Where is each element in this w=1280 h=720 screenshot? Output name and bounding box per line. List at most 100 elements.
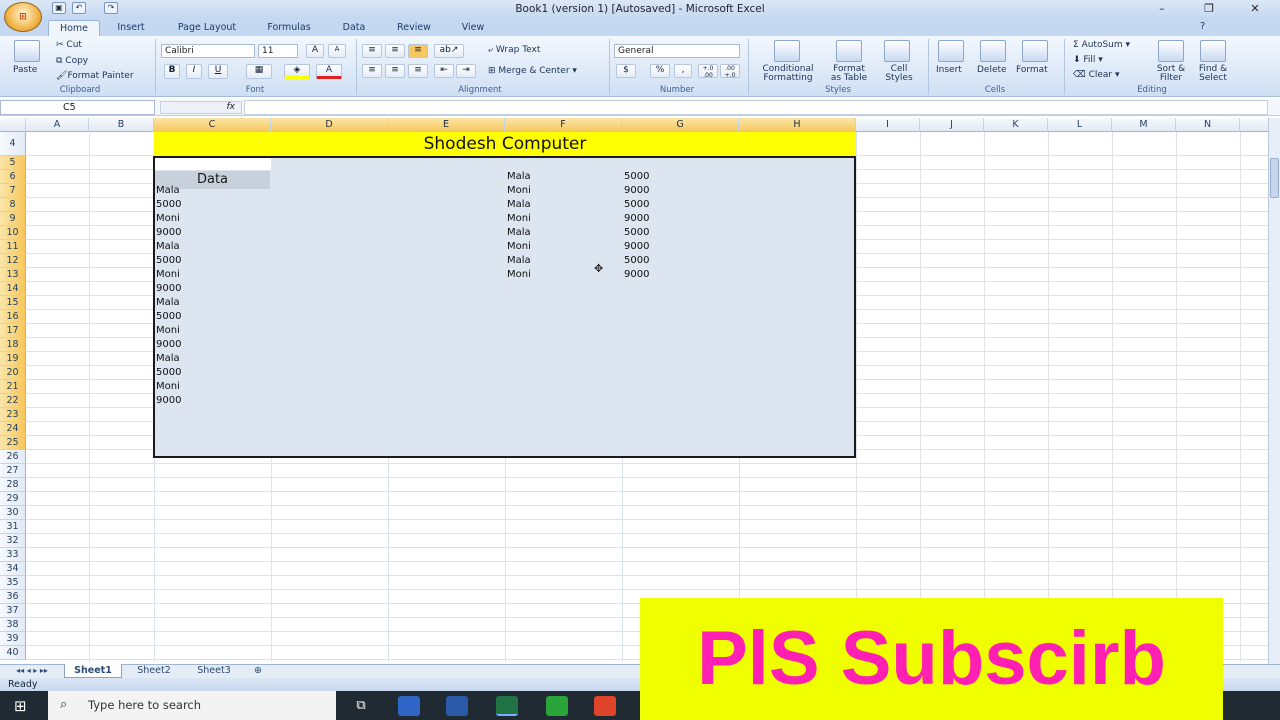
column-header[interactable]: M <box>1112 118 1176 132</box>
cell-value[interactable]: 9000 <box>156 394 181 408</box>
conditional-formatting-icon[interactable] <box>774 40 800 62</box>
autosum-button[interactable]: Σ AutoSum ▾ <box>1073 40 1130 50</box>
row-header[interactable]: 37 <box>0 604 26 618</box>
paste-icon[interactable] <box>14 40 40 62</box>
align-middle-icon[interactable]: ≡ <box>385 44 405 58</box>
format-cells-button[interactable]: Format <box>1016 65 1048 75</box>
borders-icon[interactable]: ▦ <box>246 64 272 79</box>
font-size-select[interactable]: 11 <box>258 44 298 58</box>
delete-cells-icon[interactable] <box>980 40 1006 62</box>
sort-filter-icon[interactable] <box>1158 40 1184 62</box>
cell-value[interactable]: 5000 <box>156 198 181 212</box>
cell-value[interactable]: 9000 <box>156 226 181 240</box>
column-header[interactable]: G <box>622 118 739 132</box>
align-bottom-icon[interactable]: ≡ <box>408 44 428 58</box>
format-cells-icon[interactable] <box>1022 40 1048 62</box>
tab-home[interactable]: Home <box>48 20 100 36</box>
row-header[interactable]: 34 <box>0 562 26 576</box>
row-header[interactable]: 9 <box>0 212 26 226</box>
format-painter-button[interactable]: 🖌Format Painter <box>56 71 134 81</box>
fill-color-icon[interactable]: ◈ <box>284 64 310 79</box>
format-as-table-icon[interactable] <box>836 40 862 62</box>
cell-value[interactable]: 5000 <box>624 170 649 184</box>
cell-value[interactable]: 5000 <box>624 254 649 268</box>
currency-button[interactable]: $ <box>616 64 636 78</box>
cell-styles-button[interactable]: Cell Styles <box>878 65 920 83</box>
cell-value[interactable]: 5000 <box>156 254 181 268</box>
row-header[interactable]: 20 <box>0 366 26 380</box>
taskbar-search-input[interactable]: Type here to search <box>48 691 336 720</box>
column-header[interactable]: K <box>984 118 1048 132</box>
align-center-icon[interactable]: ≡ <box>385 64 405 78</box>
comma-button[interactable]: , <box>674 64 692 78</box>
tab-formulas[interactable]: Formulas <box>258 20 320 36</box>
column-header[interactable]: A <box>26 118 89 132</box>
row-header[interactable]: 38 <box>0 618 26 632</box>
row-header[interactable]: 6 <box>0 170 26 184</box>
increase-decimal-button[interactable]: +.0 .00 <box>698 64 718 79</box>
word-icon[interactable] <box>446 696 468 716</box>
restore-icon[interactable]: ❐ <box>1198 1 1220 16</box>
format-as-table-button[interactable]: Format as Table <box>822 65 876 83</box>
row-header[interactable]: 24 <box>0 422 26 436</box>
grow-font-button[interactable]: A <box>306 44 324 58</box>
cell-value[interactable]: Moni <box>156 212 180 226</box>
cell-value[interactable]: Mala <box>156 352 180 366</box>
cut-button[interactable]: ✂ Cut <box>56 40 82 50</box>
row-header[interactable]: 36 <box>0 590 26 604</box>
cell-value[interactable]: Mala <box>156 240 180 254</box>
cell-value[interactable]: Mala <box>507 198 531 212</box>
wrap-text-button[interactable]: ⤶ Wrap Text <box>488 45 540 55</box>
fill-button[interactable]: ⬇ Fill ▾ <box>1073 55 1103 65</box>
column-header[interactable]: J <box>920 118 984 132</box>
row-header[interactable]: 21 <box>0 380 26 394</box>
cell-value[interactable]: Moni <box>507 212 531 226</box>
row-header[interactable]: 8 <box>0 198 26 212</box>
row-header[interactable]: 17 <box>0 324 26 338</box>
row-header[interactable]: 26 <box>0 450 26 464</box>
tab-page-layout[interactable]: Page Layout <box>168 20 246 36</box>
tab-insert[interactable]: Insert <box>108 20 154 36</box>
column-header[interactable]: E <box>388 118 505 132</box>
camtasia-icon[interactable] <box>546 696 568 716</box>
minimize-icon[interactable]: – <box>1151 1 1173 16</box>
row-header[interactable]: 4 <box>0 132 26 156</box>
column-header[interactable]: D <box>271 118 388 132</box>
cell-value[interactable]: 9000 <box>624 268 649 282</box>
row-header[interactable]: 7 <box>0 184 26 198</box>
align-top-icon[interactable]: ≡ <box>362 44 382 58</box>
cell-value[interactable]: 5000 <box>156 366 181 380</box>
scrollbar-thumb[interactable] <box>1270 158 1279 198</box>
close-icon[interactable]: ✕ <box>1244 1 1266 16</box>
recorder-icon[interactable] <box>594 696 616 716</box>
merge-center-button[interactable]: ⊞ Merge & Center ▾ <box>488 66 577 76</box>
copy-button[interactable]: ⧉ Copy <box>56 56 88 66</box>
cell-value[interactable]: 5000 <box>156 310 181 324</box>
insert-cells-icon[interactable] <box>938 40 964 62</box>
row-header[interactable]: 23 <box>0 408 26 422</box>
row-header[interactable]: 28 <box>0 478 26 492</box>
binoculars-icon[interactable] <box>1200 40 1226 62</box>
paste-button[interactable]: Paste <box>13 65 37 75</box>
task-view-icon[interactable]: ⧉ <box>350 696 372 716</box>
cell-value[interactable]: Moni <box>507 240 531 254</box>
column-header[interactable]: L <box>1048 118 1112 132</box>
cell-value[interactable]: 5000 <box>624 226 649 240</box>
formula-input[interactable] <box>244 100 1268 115</box>
sort-filter-button[interactable]: Sort & Filter <box>1150 65 1192 83</box>
align-left-icon[interactable]: ≡ <box>362 64 382 78</box>
bold-button[interactable]: B <box>164 64 180 79</box>
row-header[interactable]: 14 <box>0 282 26 296</box>
cell-value[interactable]: Mala <box>156 296 180 310</box>
row-header[interactable]: 25 <box>0 436 26 450</box>
row-header[interactable]: 40 <box>0 646 26 660</box>
delete-cells-button[interactable]: Delete <box>977 65 1007 75</box>
column-header[interactable]: I <box>856 118 920 132</box>
row-header[interactable]: 29 <box>0 492 26 506</box>
insert-cells-button[interactable]: Insert <box>936 65 962 75</box>
cell-value[interactable]: Mala <box>156 184 180 198</box>
excel-icon[interactable] <box>496 696 518 716</box>
cell-value[interactable]: 9000 <box>156 338 181 352</box>
underline-button[interactable]: U <box>208 64 228 79</box>
column-header[interactable]: F <box>505 118 622 132</box>
